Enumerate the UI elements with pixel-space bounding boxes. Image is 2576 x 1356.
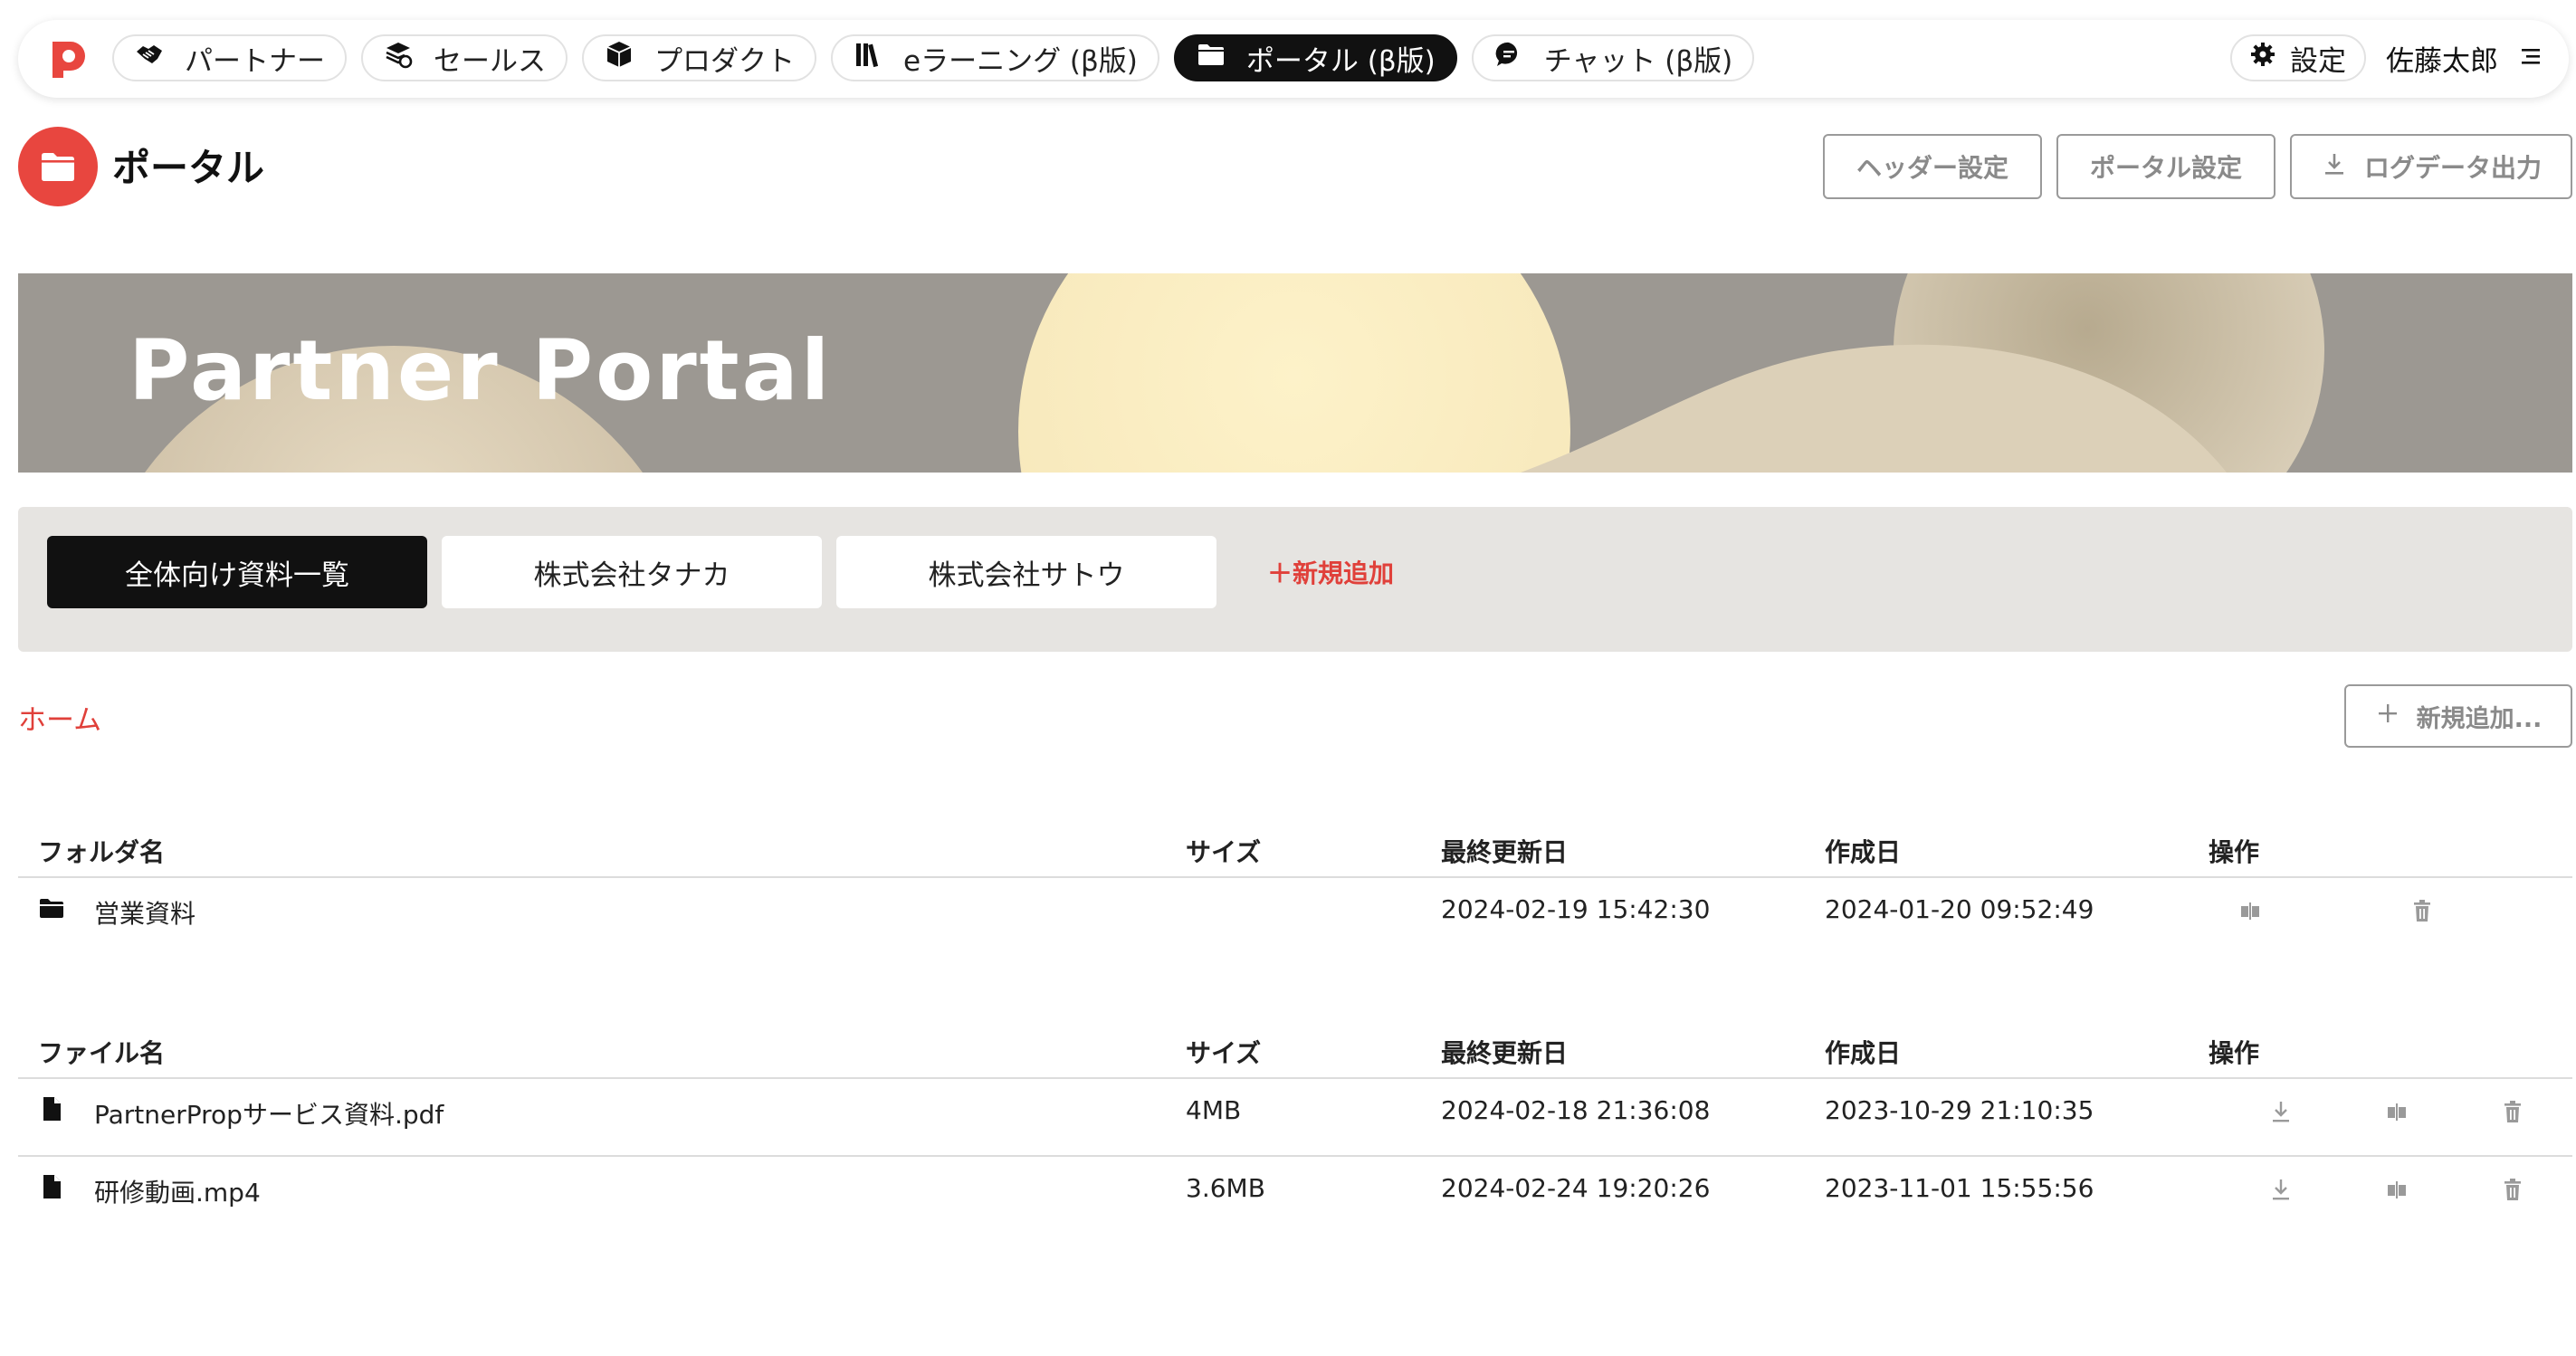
file-created: 2023-11-01 15:55:56 — [1825, 1173, 2094, 1203]
box-icon — [604, 39, 634, 77]
tab-tanaka[interactable]: 株式会社タナカ — [442, 536, 822, 608]
nav-item-partner[interactable]: パートナー — [112, 34, 347, 81]
header-settings-button[interactable]: ヘッダー設定 — [1823, 134, 2042, 199]
banner-title: Partner Portal — [129, 322, 833, 419]
trash-icon[interactable] — [2409, 898, 2435, 923]
header-size: サイズ — [1186, 1038, 1262, 1068]
header-size: サイズ — [1186, 837, 1262, 867]
header-actions: 操作 — [2209, 837, 2260, 867]
files-table: ファイル名 サイズ 最終更新日 作成日 操作 PartnerPropサービス資料… — [18, 1014, 2572, 1233]
folder-created: 2024-01-20 09:52:49 — [1825, 894, 2094, 924]
portal-banner: Partner Portal — [18, 273, 2572, 473]
nav-item-label: プロダクト — [654, 44, 795, 78]
settings-label: 設定 — [2290, 44, 2346, 78]
table-row[interactable]: PartnerPropサービス資料.pdf 4MB 2024-02-18 21:… — [18, 1079, 2572, 1157]
user-name[interactable]: 佐藤太郎 — [2386, 38, 2498, 79]
nav-item-product[interactable]: プロダクト — [582, 34, 816, 81]
nav-item-label: セールス — [434, 44, 546, 78]
top-navigation: パートナー セールス プロダクト eラーニング (β版) ポータル (β版) チ… — [18, 20, 2569, 98]
header-updated: 最終更新日 — [1441, 1038, 1569, 1068]
log-export-button[interactable]: ログデータ出力 — [2290, 134, 2572, 199]
folders-table: フォルダ名 サイズ 最終更新日 作成日 操作 営業資料 2024-02-19 1… — [18, 813, 2572, 954]
header-created: 作成日 — [1825, 1038, 1902, 1068]
file-updated: 2024-02-24 19:20:26 — [1441, 1173, 1711, 1203]
file-created: 2023-10-29 21:10:35 — [1825, 1095, 2094, 1125]
add-tab-button[interactable]: ＋新規追加 — [1267, 536, 1394, 608]
file-size: 4MB — [1186, 1095, 1242, 1125]
table-row[interactable]: 営業資料 2024-02-19 15:42:30 2024-01-20 09:5… — [18, 878, 2572, 954]
add-new-label: 新規追加... — [2416, 704, 2543, 733]
folder-name[interactable]: 営業資料 — [94, 894, 196, 931]
tab-sato[interactable]: 株式会社サトウ — [836, 536, 1216, 608]
nav-item-label: チャット (β版) — [1543, 44, 1733, 78]
file-updated: 2024-02-18 21:36:08 — [1441, 1095, 1711, 1125]
download-icon[interactable] — [2268, 1099, 2294, 1124]
breadcrumb-home[interactable]: ホーム — [18, 697, 101, 738]
file-icon — [38, 1095, 65, 1122]
settings-button[interactable]: 設定 — [2230, 34, 2366, 81]
chat-icon — [1493, 39, 1524, 77]
portal-settings-label: ポータル設定 — [2090, 153, 2243, 183]
nav-item-portal[interactable]: ポータル (β版) — [1173, 34, 1457, 81]
add-new-button[interactable]: 新規追加... — [2344, 684, 2572, 748]
file-size: 3.6MB — [1186, 1173, 1265, 1203]
move-icon[interactable] — [2237, 898, 2263, 923]
menu-icon[interactable] — [2518, 43, 2543, 72]
app-logo-icon[interactable] — [47, 38, 89, 80]
download-icon — [2321, 150, 2348, 184]
header-folder-name: フォルダ名 — [38, 837, 166, 867]
table-row[interactable]: 研修動画.mp4 3.6MB 2024-02-24 19:20:26 2023-… — [18, 1157, 2572, 1233]
download-icon[interactable] — [2268, 1177, 2294, 1202]
table-header: ファイル名 サイズ 最終更新日 作成日 操作 — [18, 1014, 2572, 1079]
nav-item-label: eラーニング (β版) — [903, 44, 1138, 78]
tab-all-materials[interactable]: 全体向け資料一覧 — [47, 536, 427, 608]
folder-icon — [38, 894, 65, 922]
header-actions: 操作 — [2209, 1038, 2260, 1068]
file-icon — [38, 1173, 65, 1200]
header-file-name: ファイル名 — [38, 1038, 166, 1068]
nav-item-elearning[interactable]: eラーニング (β版) — [831, 34, 1159, 81]
page-title: ポータル — [112, 146, 265, 190]
nav-item-label: ポータル (β版) — [1245, 44, 1436, 78]
move-icon[interactable] — [2384, 1177, 2409, 1202]
sales-icon — [383, 39, 414, 77]
books-icon — [853, 39, 883, 77]
header-created: 作成日 — [1825, 837, 1902, 867]
header-actions: ヘッダー設定 ポータル設定 ログデータ出力 — [1823, 134, 2572, 199]
trash-icon[interactable] — [2500, 1177, 2525, 1202]
gear-icon — [2250, 42, 2275, 74]
nav-item-label: パートナー — [185, 44, 325, 78]
header-updated: 最終更新日 — [1441, 837, 1569, 867]
portal-settings-button[interactable]: ポータル設定 — [2056, 134, 2275, 199]
portal-tabs: 全体向け資料一覧 株式会社タナカ 株式会社サトウ ＋新規追加 — [18, 507, 2572, 652]
log-export-label: ログデータ出力 — [2364, 153, 2543, 183]
table-header: フォルダ名 サイズ 最終更新日 作成日 操作 — [18, 813, 2572, 878]
nav-item-sales[interactable]: セールス — [361, 34, 568, 81]
handshake-icon — [134, 39, 165, 77]
folder-icon — [1196, 39, 1226, 77]
plus-icon — [2375, 701, 2400, 732]
trash-icon[interactable] — [2500, 1099, 2525, 1124]
move-icon[interactable] — [2384, 1099, 2409, 1124]
folder-updated: 2024-02-19 15:42:30 — [1441, 894, 1711, 924]
file-name[interactable]: PartnerPropサービス資料.pdf — [94, 1095, 444, 1132]
file-name[interactable]: 研修動画.mp4 — [94, 1173, 261, 1209]
nav-tabs: パートナー セールス プロダクト eラーニング (β版) ポータル (β版) チ… — [112, 34, 1755, 81]
portal-page-icon — [18, 127, 98, 206]
nav-item-chat[interactable]: チャット (β版) — [1471, 34, 1755, 81]
nav-right: 設定 佐藤太郎 — [2230, 34, 2543, 81]
header-settings-label: ヘッダー設定 — [1856, 153, 2009, 183]
